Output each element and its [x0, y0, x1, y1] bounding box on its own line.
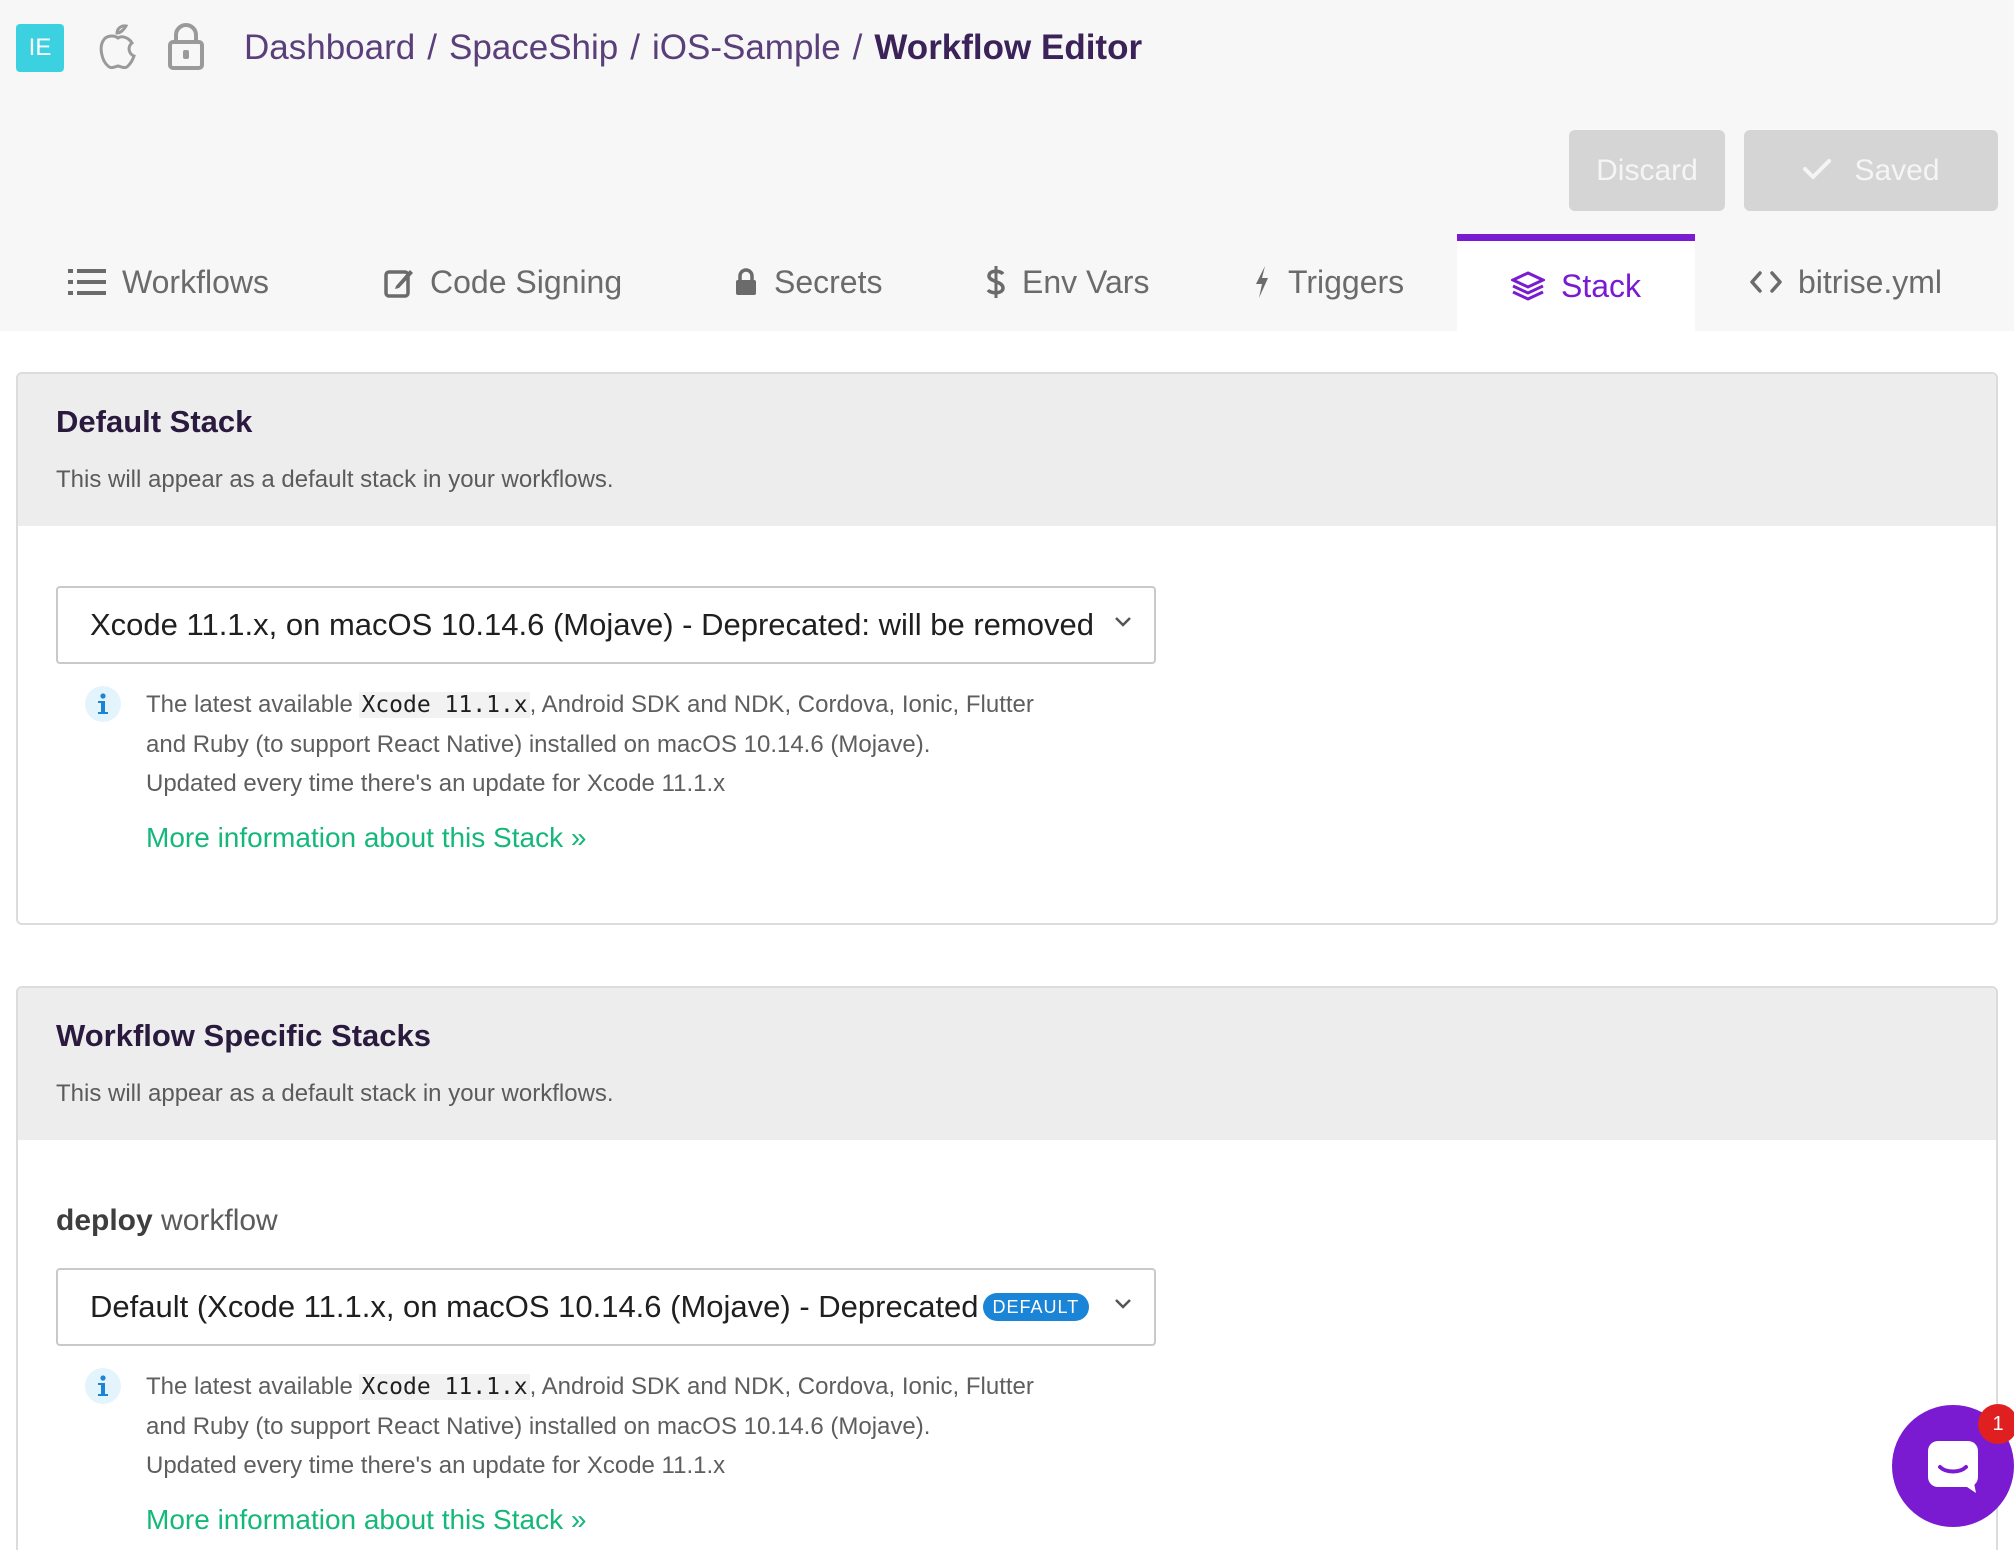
default-stack-card: Default Stack This will appear as a defa…	[16, 372, 1998, 925]
tab-env-vars[interactable]: Env Vars	[986, 234, 1149, 331]
card-subtitle: This will appear as a default stack in y…	[56, 466, 614, 493]
tab-label: Env Vars	[1022, 264, 1150, 300]
tab-label: Secrets	[774, 264, 883, 300]
more-info-link[interactable]: More information about this Stack »	[146, 1504, 586, 1536]
breadcrumb-separator: /	[630, 28, 640, 67]
apple-icon	[99, 24, 136, 70]
xcode-version-code: Xcode 11.1.x	[359, 692, 530, 718]
card-header: Default Stack This will appear as a defa…	[18, 374, 1996, 526]
breadcrumb: Dashboard / SpaceShip / iOS-Sample / Workflow …	[244, 26, 1142, 70]
bolt-icon	[1256, 265, 1268, 298]
list-icon	[68, 268, 106, 295]
saved-button[interactable]: Saved	[1744, 130, 1998, 211]
card-title: Workflow Specific Stacks	[56, 1018, 431, 1053]
top-bar: IE Dashboard / SpaceShip / iOS-Sample / Workfl…	[0, 0, 2014, 331]
workflow-stacks-card: Workflow Specific Stacks This will appea…	[16, 986, 1998, 1550]
tab-label: bitrise.yml	[1798, 264, 1943, 300]
code-icon	[1750, 270, 1782, 293]
select-value: Xcode 11.1.x, on macOS 10.14.6 (Mojave) …	[90, 607, 1094, 642]
chat-icon	[1928, 1441, 1978, 1493]
chevron-down-icon	[1115, 617, 1131, 627]
info-icon	[85, 1368, 121, 1404]
info-line3: Updated every time there's an update for…	[146, 770, 726, 797]
select-value: Default (Xcode 11.1.x, on macOS 10.14.6 …	[90, 1289, 979, 1324]
lock-icon	[168, 23, 204, 70]
default-badge: DEFAULT	[982, 1292, 1090, 1321]
workflow-suffix: workflow	[161, 1204, 278, 1237]
chevron-down-icon	[1115, 1299, 1131, 1309]
info-prefix: The latest available	[146, 691, 353, 718]
default-stack-select[interactable]: Xcode 11.1.x, on macOS 10.14.6 (Mojave) …	[56, 586, 1156, 664]
edit-icon	[384, 269, 413, 298]
layers-icon	[1509, 270, 1547, 301]
tab-label: Code Signing	[430, 264, 623, 300]
lock-icon	[736, 267, 756, 295]
card-header: Workflow Specific Stacks This will appea…	[18, 988, 1996, 1140]
info-prefix: The latest available	[146, 1373, 353, 1400]
workflow-stack-select[interactable]: Default (Xcode 11.1.x, on macOS 10.14.6 …	[56, 1268, 1156, 1346]
info-line1-rest: , Android SDK and NDK, Cordova, Ionic, F…	[529, 1373, 1034, 1400]
tab-label: Workflows	[122, 264, 269, 300]
info-line2: and Ruby (to support React Native) insta…	[146, 731, 931, 758]
xcode-version-code: Xcode 11.1.x	[359, 1374, 530, 1400]
tab-label: Triggers	[1288, 264, 1405, 300]
info-icon	[85, 686, 121, 722]
check-icon	[1803, 159, 1832, 180]
discard-button[interactable]: Discard	[1569, 130, 1725, 211]
card-title: Default Stack	[56, 404, 253, 439]
info-line3: Updated every time there's an update for…	[146, 1452, 726, 1479]
workflow-label: deploy workflow	[56, 1204, 278, 1238]
stack-info-text: The latest available Xcode 11.1.x, Andro…	[146, 1367, 1206, 1485]
info-line2: and Ruby (to support React Native) insta…	[146, 1413, 931, 1440]
stack-info-text: The latest available Xcode 11.1.x, Andro…	[146, 685, 1206, 803]
breadcrumb-ios-sample[interactable]: iOS-Sample	[652, 28, 841, 67]
tab-stack[interactable]: Stack	[1457, 234, 1695, 331]
tab-bitrise-yml[interactable]: bitrise.yml	[1750, 234, 1942, 331]
tab-label: Stack	[1560, 268, 1642, 304]
info-line1-rest: , Android SDK and NDK, Cordova, Ionic, F…	[529, 691, 1034, 718]
more-info-link[interactable]: More information about this Stack »	[146, 822, 586, 854]
breadcrumb-separator: /	[427, 28, 437, 67]
chat-unread-badge: 1	[1978, 1404, 2014, 1444]
tab-code-signing[interactable]: Code Signing	[384, 234, 622, 331]
workflow-name: deploy	[56, 1204, 153, 1237]
tab-triggers[interactable]: Triggers	[1252, 234, 1404, 331]
breadcrumb-separator: /	[852, 28, 863, 67]
card-subtitle: This will appear as a default stack in y…	[56, 1080, 614, 1107]
breadcrumb-spaceship[interactable]: SpaceShip	[449, 28, 618, 67]
dollar-icon	[986, 265, 1005, 298]
tab-workflows[interactable]: Workflows	[68, 234, 269, 331]
breadcrumb-dashboard[interactable]: Dashboard	[244, 28, 415, 67]
breadcrumb-current: Workflow Editor	[874, 28, 1143, 67]
app-badge[interactable]: IE	[16, 24, 64, 72]
tab-bar: Workflows Code Signing Secrets Env Vars …	[0, 234, 2014, 331]
saved-label: Saved	[1854, 154, 1940, 187]
tab-secrets[interactable]: Secrets	[734, 234, 882, 331]
